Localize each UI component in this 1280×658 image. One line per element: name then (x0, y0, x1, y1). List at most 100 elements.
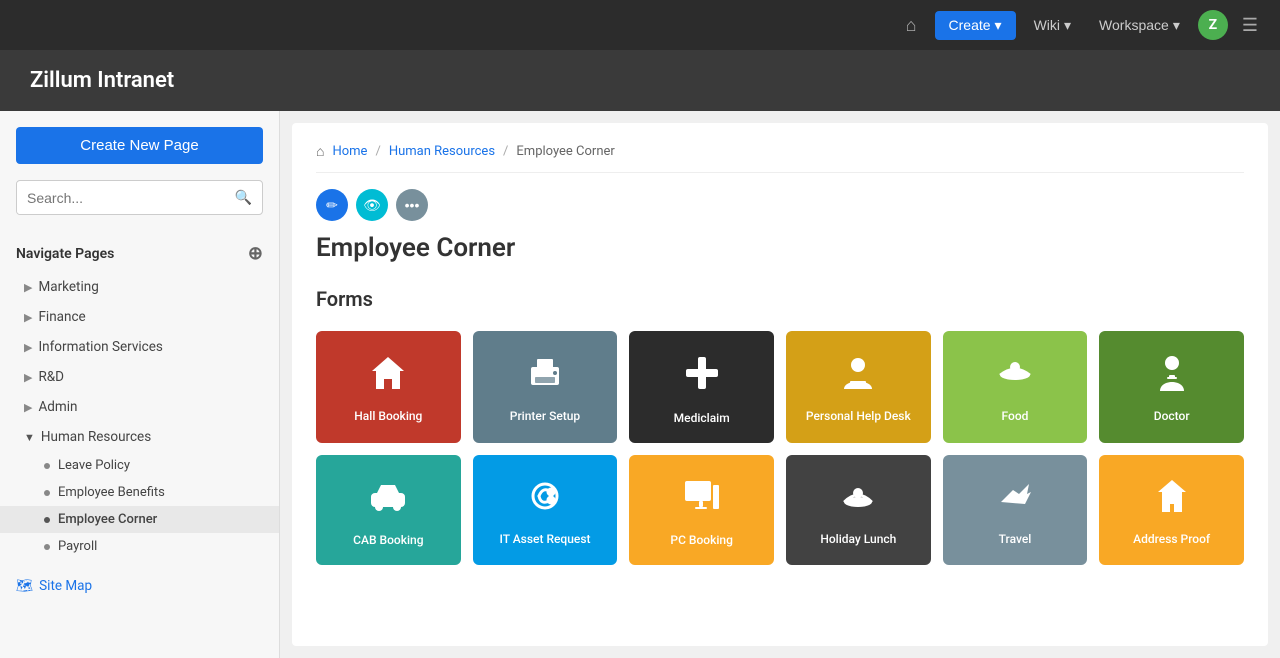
chevron-right-icon: ▶ (24, 371, 32, 384)
forms-section-title: Forms (316, 287, 1244, 311)
form-card[interactable]: IT Asset Request (473, 455, 618, 565)
sidebar-subitem-label: Leave Policy (58, 458, 130, 473)
form-card[interactable]: CAB Booking (316, 455, 461, 565)
sidebar-item-human-resources[interactable]: ▼ Human Resources (0, 422, 279, 452)
main-layout: Create New Page 🔍 Navigate Pages ⊕ ▶ Mar… (0, 111, 1280, 658)
sidebar-item-rd[interactable]: ▶ R&D (0, 362, 279, 392)
workspace-dropdown-icon: ▾ (1173, 17, 1180, 34)
sidebar-item-label: Human Resources (41, 429, 151, 445)
breadcrumb: ⌂ Home / Human Resources / Employee Corn… (316, 143, 1244, 173)
form-card-label: Address Proof (1133, 532, 1210, 548)
more-options-button[interactable]: ••• (396, 189, 428, 221)
form-card-label: Personal Help Desk (806, 409, 911, 425)
breadcrumb-separator: / (375, 144, 380, 159)
form-card-icon (838, 353, 878, 399)
form-card[interactable]: Printer Setup (473, 331, 618, 443)
sidebar-item-information-services[interactable]: ▶ Information Services (0, 332, 279, 362)
form-card-label: Printer Setup (510, 409, 580, 425)
app-header: Zillum Intranet (0, 50, 1280, 111)
wiki-label: Wiki (1034, 17, 1060, 33)
forms-grid: Hall Booking Printer Setup Mediclaim Person… (316, 331, 1244, 565)
action-icons-group: ✏ 👁 ••• (316, 189, 1244, 221)
form-card-icon (1152, 353, 1192, 399)
form-card[interactable]: Travel (943, 455, 1088, 565)
view-button[interactable]: 👁 (356, 189, 388, 221)
chevron-right-icon: ▶ (24, 281, 32, 294)
create-new-page-button[interactable]: Create New Page (16, 127, 263, 164)
site-map-link[interactable]: 🗺 Site Map (0, 568, 279, 604)
bullet-icon (44, 517, 50, 523)
workspace-label: Workspace (1099, 17, 1169, 33)
bullet-icon (44, 490, 50, 496)
form-card-label: Food (1002, 409, 1029, 425)
sidebar-subitem-employee-benefits[interactable]: Employee Benefits (0, 479, 279, 506)
form-card-icon (368, 353, 408, 399)
form-card-icon (525, 353, 565, 399)
form-card-label: CAB Booking (353, 533, 423, 549)
bullet-icon (44, 544, 50, 550)
create-dropdown-icon: ▾ (995, 17, 1002, 34)
sidebar-item-finance[interactable]: ▶ Finance (0, 302, 279, 332)
search-box: 🔍 (16, 180, 263, 215)
form-card-label: Doctor (1154, 409, 1190, 425)
breadcrumb-home[interactable]: Home (332, 144, 367, 159)
form-card-icon (525, 476, 565, 522)
hamburger-icon[interactable]: ☰ (1236, 9, 1264, 42)
sitemap-icon: 🗺 (16, 578, 33, 594)
navigate-pages-add-icon[interactable]: ⊕ (248, 243, 263, 264)
form-card[interactable]: Doctor (1099, 331, 1244, 443)
sidebar-item-admin[interactable]: ▶ Admin (0, 392, 279, 422)
search-button[interactable]: 🔍 (225, 181, 262, 214)
sidebar-item-label: Admin (38, 399, 77, 415)
sidebar-item-label: R&D (38, 369, 64, 385)
form-card-label: IT Asset Request (499, 532, 590, 548)
navigate-pages-header: Navigate Pages ⊕ (0, 235, 279, 272)
form-card[interactable]: Holiday Lunch (786, 455, 931, 565)
form-card[interactable]: Mediclaim (629, 331, 774, 443)
user-avatar[interactable]: Z (1198, 10, 1228, 40)
chevron-right-icon: ▶ (24, 341, 32, 354)
form-card[interactable]: Hall Booking (316, 331, 461, 443)
sidebar-item-marketing[interactable]: ▶ Marketing (0, 272, 279, 302)
breadcrumb-separator: / (503, 144, 508, 159)
form-card-icon (995, 476, 1035, 522)
sidebar-subitem-payroll[interactable]: Payroll (0, 533, 279, 560)
form-card-label: Hall Booking (354, 409, 422, 425)
page-title: Employee Corner (316, 233, 1244, 263)
wiki-dropdown-icon: ▾ (1064, 17, 1071, 34)
create-label: Create (949, 17, 991, 33)
edit-button[interactable]: ✏ (316, 189, 348, 221)
workspace-button[interactable]: Workspace ▾ (1089, 11, 1190, 40)
form-card-icon (1152, 476, 1192, 522)
sidebar: Create New Page 🔍 Navigate Pages ⊕ ▶ Mar… (0, 111, 280, 658)
bullet-icon (44, 463, 50, 469)
sidebar-subitem-employee-corner[interactable]: Employee Corner (0, 506, 279, 533)
chevron-right-icon: ▶ (24, 401, 32, 414)
home-button[interactable]: ⌂ (896, 9, 927, 42)
form-card-label: Travel (999, 532, 1032, 548)
form-card-label: Mediclaim (674, 411, 730, 427)
form-card-icon (367, 475, 409, 523)
search-input[interactable] (17, 182, 225, 214)
form-card-icon (681, 475, 723, 523)
form-card-label: Holiday Lunch (820, 532, 896, 548)
form-card[interactable]: Food (943, 331, 1088, 443)
breadcrumb-parent[interactable]: Human Resources (389, 144, 495, 159)
form-card[interactable]: PC Booking (629, 455, 774, 565)
site-map-label: Site Map (39, 578, 92, 594)
app-title: Zillum Intranet (30, 68, 1250, 93)
content-area: ⌂ Home / Human Resources / Employee Corn… (292, 123, 1268, 646)
sidebar-item-label: Marketing (38, 279, 98, 295)
form-card[interactable]: Personal Help Desk (786, 331, 931, 443)
sidebar-subitem-label: Employee Benefits (58, 485, 165, 500)
form-card-label: PC Booking (670, 533, 732, 549)
sidebar-subitem-leave-policy[interactable]: Leave Policy (0, 452, 279, 479)
chevron-down-icon: ▼ (24, 431, 35, 444)
breadcrumb-current: Employee Corner (516, 144, 614, 159)
create-button[interactable]: Create ▾ (935, 11, 1016, 40)
form-card-icon (995, 353, 1035, 399)
form-card[interactable]: Address Proof (1099, 455, 1244, 565)
wiki-button[interactable]: Wiki ▾ (1024, 11, 1081, 40)
sidebar-item-label: Information Services (38, 339, 162, 355)
form-card-icon (680, 351, 724, 401)
